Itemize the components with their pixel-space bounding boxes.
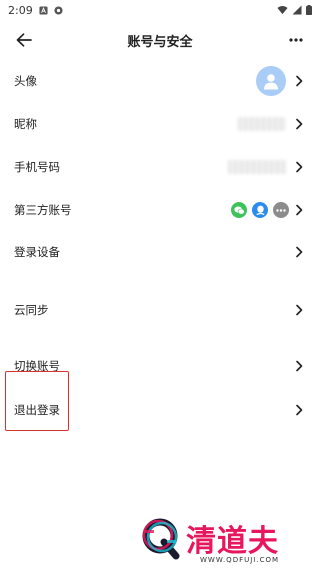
more-dots-icon	[273, 202, 289, 218]
notification-circle-icon	[54, 5, 63, 15]
row-right-cloud-sync	[294, 304, 304, 316]
avatar[interactable]	[256, 66, 286, 96]
wifi-icon	[277, 6, 288, 15]
watermark: 清道夫 WWW.QDFUJI.COM	[140, 514, 310, 568]
nickname-value-blurred	[238, 117, 286, 131]
watermark-brand-text: 清道夫	[186, 524, 279, 559]
back-button[interactable]	[12, 28, 36, 52]
app-bar: 账号与安全	[0, 22, 320, 58]
wechat-bubbles-icon	[233, 206, 245, 214]
row-login-devices[interactable]: 登录设备	[0, 232, 320, 272]
qq-icon	[252, 202, 268, 218]
row-label-login-devices: 登录设备	[14, 245, 60, 259]
row-right-avatar	[256, 66, 304, 96]
more-options-button[interactable]	[284, 28, 308, 52]
status-bar: 2:09	[0, 0, 320, 20]
row-label-nickname: 昵称	[14, 117, 37, 131]
chevron-right-icon	[296, 161, 303, 173]
row-right-switch-account	[294, 360, 304, 372]
row-label-cloud-sync: 云同步	[14, 303, 49, 317]
chevron-right-icon	[296, 118, 303, 130]
page-title: 账号与安全	[127, 34, 193, 50]
default-user-icon	[264, 73, 278, 89]
row-label-phone: 手机号码	[14, 160, 60, 174]
status-right	[277, 5, 312, 15]
notification-a-icon	[39, 5, 48, 15]
chevron-right-icon	[296, 304, 303, 316]
chevron-right-icon	[296, 246, 303, 258]
status-time: 2:09	[8, 3, 33, 17]
signal-icon	[292, 5, 302, 15]
more-horizontal-icon	[289, 38, 303, 42]
wechat-icon	[231, 202, 247, 218]
chevron-right-icon	[296, 204, 303, 216]
chevron-right-icon	[296, 404, 303, 416]
dots-icon	[276, 208, 286, 212]
row-right-logout	[294, 404, 304, 416]
row-right-login-devices	[294, 246, 304, 258]
row-third-party[interactable]: 第三方账号	[0, 190, 320, 230]
watermark-url-text: WWW.QDFUJI.COM	[200, 556, 280, 564]
row-switch-account[interactable]: 切换账号	[0, 346, 320, 386]
battery-icon	[306, 5, 312, 15]
row-label-avatar: 头像	[14, 74, 37, 88]
row-cloud-sync[interactable]: 云同步	[0, 290, 320, 330]
row-logout[interactable]: 退出登录	[0, 390, 320, 430]
arrow-left-icon	[16, 33, 32, 47]
row-avatar[interactable]: 头像	[0, 61, 320, 101]
row-label-third-party: 第三方账号	[14, 203, 72, 217]
row-nickname[interactable]: 昵称	[0, 104, 320, 144]
status-left: 2:09	[8, 4, 63, 17]
watermark-q-logo-icon	[142, 518, 180, 560]
qq-penguin-icon	[255, 205, 265, 215]
chevron-right-icon	[296, 360, 303, 372]
row-label-logout: 退出登录	[14, 403, 60, 417]
row-right-third-party	[231, 202, 304, 218]
chevron-right-icon	[296, 75, 303, 87]
row-phone[interactable]: 手机号码	[0, 147, 320, 187]
row-right-nickname	[238, 117, 304, 131]
phone-value-blurred	[228, 160, 286, 174]
row-right-phone	[228, 160, 304, 174]
row-label-switch-account: 切换账号	[14, 359, 60, 373]
